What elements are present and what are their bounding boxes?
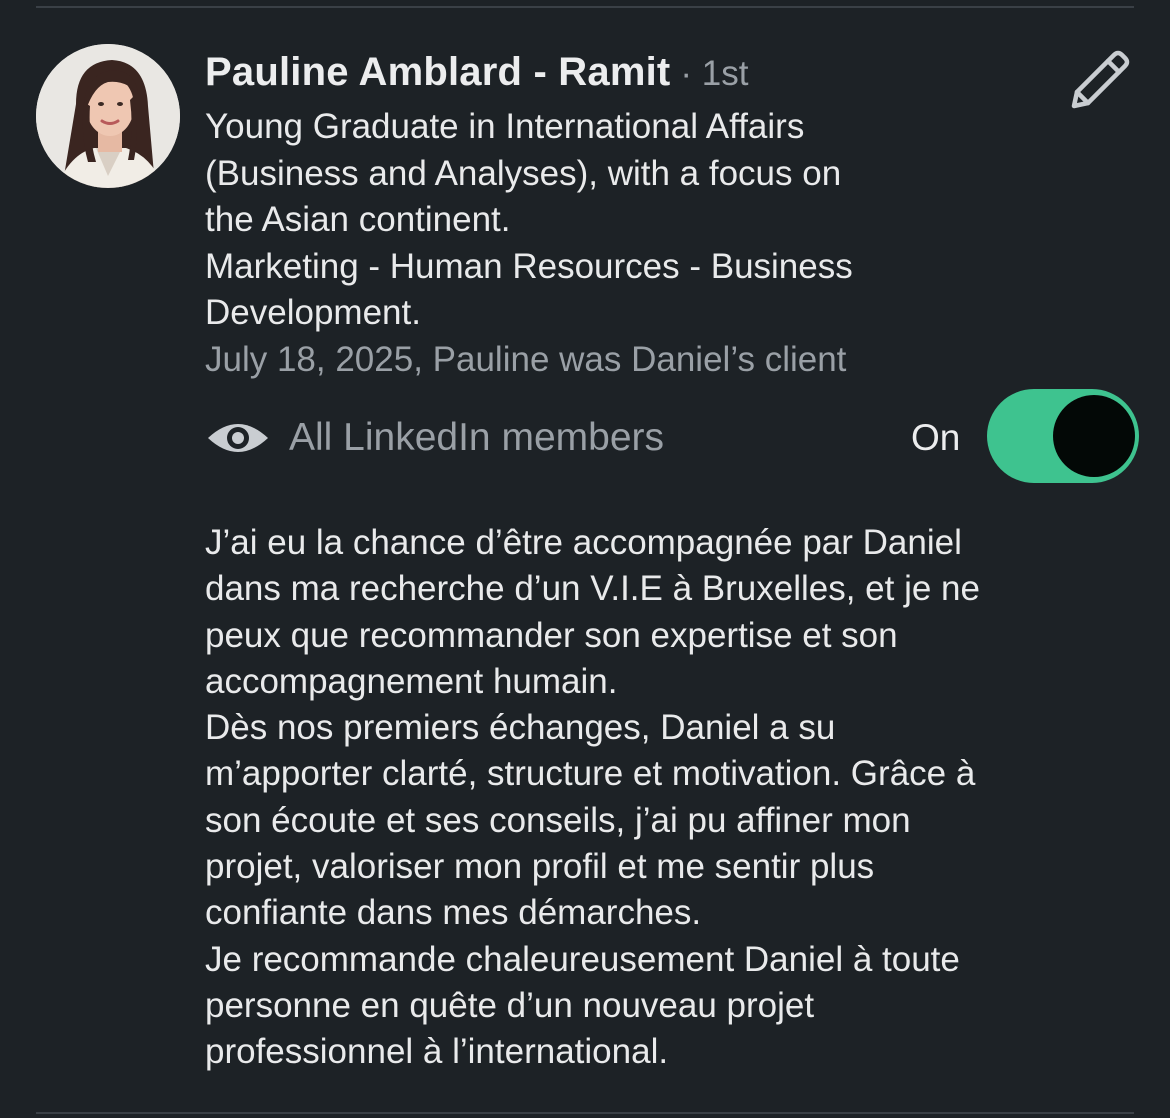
author-row: Pauline Amblard - Ramit · 1st [205,50,965,106]
toggle-state-label: On [911,417,961,458]
toggle-knob [1053,395,1135,477]
bottom-divider [36,1112,1134,1114]
visibility-row: All LinkedIn members [205,410,664,466]
recommendation-header: Pauline Amblard - Ramit · 1st Young Grad… [205,50,965,383]
top-divider [36,6,1134,8]
connection-degree: · 1st [680,54,749,93]
edit-button[interactable] [1062,48,1132,114]
pencil-icon [1071,50,1130,109]
recommendation-text: J’ai eu la chance d’être accompagnée par… [205,523,980,1072]
avatar-photo [36,44,180,188]
author-headline: Young Graduate in International Affairs … [205,107,853,332]
visibility-label: All LinkedIn members [289,416,664,459]
author-name[interactable]: Pauline Amblard - Ramit [205,50,670,95]
avatar[interactable] [36,44,180,188]
visibility-toggle[interactable] [987,389,1139,483]
relationship-date: July 18, 2025, Pauline was Daniel’s clie… [205,339,847,379]
eye-icon [208,424,268,452]
